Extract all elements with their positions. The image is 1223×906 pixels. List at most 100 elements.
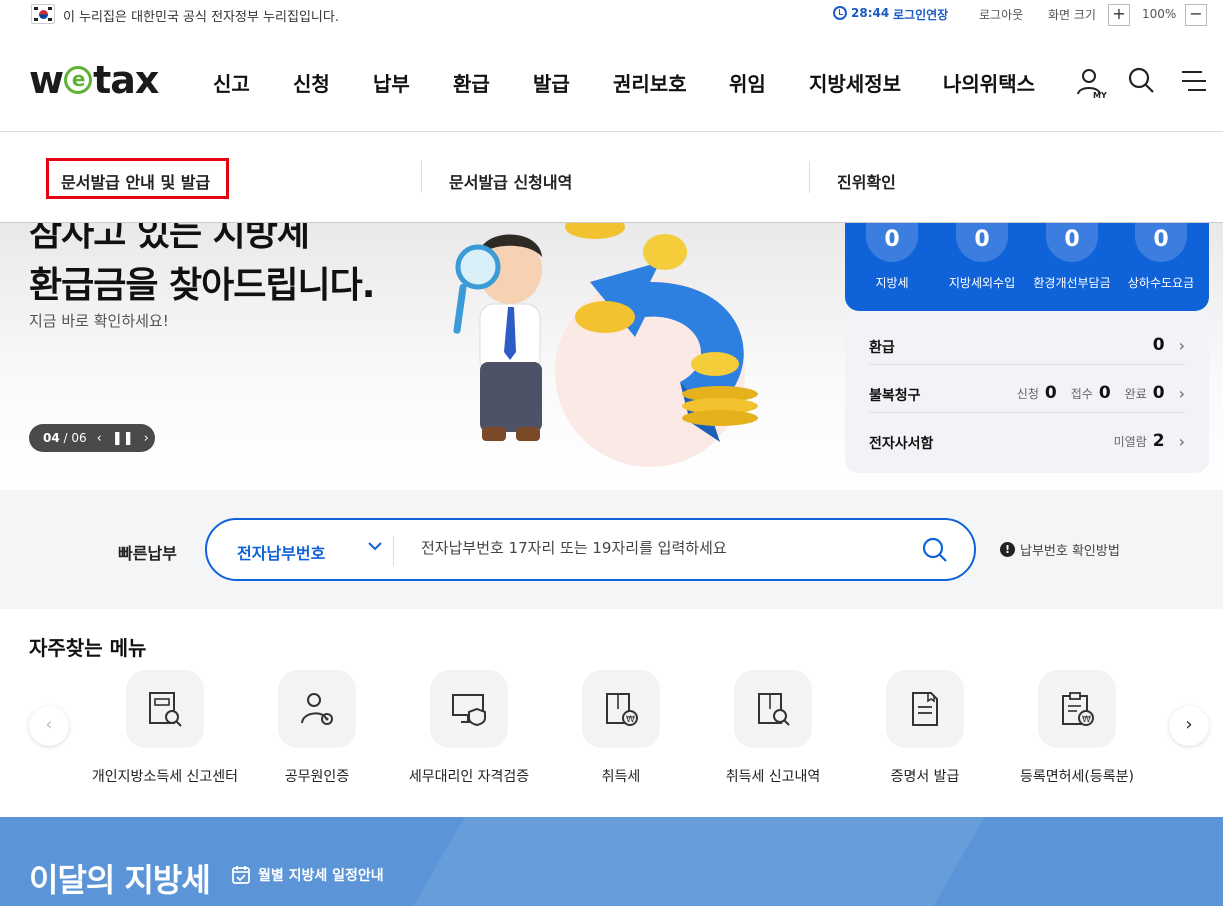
monthly-tax-section: 이달의 지방세 월별 지방세 일정안내 bbox=[0, 817, 1223, 906]
svg-text:₩: ₩ bbox=[626, 715, 635, 725]
search-icon[interactable] bbox=[1127, 66, 1157, 100]
count-environment[interactable]: 0 환경개선부담금 bbox=[1032, 222, 1112, 291]
quick-pay-label: 빠른납부 bbox=[118, 544, 177, 563]
nav-issue[interactable]: 발급 bbox=[533, 68, 570, 97]
refund-row[interactable]: 환급 0 › bbox=[869, 317, 1185, 365]
divider bbox=[809, 161, 810, 193]
prev-arrow-icon[interactable]: ‹ bbox=[29, 706, 69, 746]
gov-banner-text: 이 누리집은 대한민국 공식 전자정부 누리집입니다. bbox=[63, 10, 339, 25]
tax-document-icon: ₩ bbox=[582, 670, 660, 748]
freq-item-acquisition-history[interactable]: 취득세 신고내역 bbox=[698, 670, 848, 786]
logout-button[interactable]: 로그아웃 bbox=[979, 6, 1023, 23]
hero-title-line1: 잠자고 있는 지방세 bbox=[29, 222, 310, 254]
zoom-in-button[interactable]: + bbox=[1108, 4, 1130, 26]
document-search-icon bbox=[734, 670, 812, 748]
refund-illustration bbox=[453, 222, 758, 467]
appeal-label: 불복청구 bbox=[869, 388, 921, 404]
timer-value: 28:44 bbox=[851, 6, 890, 20]
logo-e: e bbox=[64, 66, 93, 94]
pager-current: 04 bbox=[43, 431, 60, 445]
nav-apply[interactable]: 신청 bbox=[293, 68, 330, 97]
freq-item-agent-verify[interactable]: 세무대리인 자격검증 bbox=[394, 670, 544, 786]
count-label: 지방세 bbox=[875, 276, 909, 290]
highlight-box bbox=[46, 158, 229, 199]
freq-item-label: 등록면허세(등록분) bbox=[1020, 769, 1134, 785]
menu-icon[interactable] bbox=[1180, 66, 1208, 100]
count-label: 상하수도요금 bbox=[1127, 276, 1195, 290]
chevron-right-icon: › bbox=[1178, 431, 1185, 451]
count-nontax[interactable]: 0 지방세외수입 bbox=[942, 222, 1022, 291]
freq-item-label: 증명서 발급 bbox=[890, 769, 960, 785]
pager-total: / 06 bbox=[63, 431, 87, 445]
main-header: w e tax 신고 신청 납부 환급 발급 권리보호 위임 지방세정보 나의위택스… bbox=[0, 30, 1223, 132]
session-timer: 28:44 bbox=[833, 6, 889, 20]
edoc-unread-label: 미열람 bbox=[1113, 434, 1147, 449]
count-water[interactable]: 0 상하수도요금 bbox=[1121, 222, 1201, 291]
chevron-down-icon[interactable] bbox=[367, 538, 383, 558]
appeal-row[interactable]: 불복청구 신청 0 접수 0 완료 0 › bbox=[869, 365, 1185, 413]
nav-refund[interactable]: 환급 bbox=[453, 68, 490, 97]
freq-item-label: 취득세 신고내역 bbox=[725, 769, 821, 785]
nav-localtax-info[interactable]: 지방세정보 bbox=[809, 68, 901, 97]
edoc-unread-value: 2 bbox=[1152, 431, 1165, 451]
pause-icon[interactable]: ❚❚ bbox=[112, 431, 134, 446]
chevron-right-icon: › bbox=[1178, 383, 1185, 403]
submenu-issue-history[interactable]: 문서발급 신청내역 bbox=[449, 169, 572, 193]
edoc-row[interactable]: 전자사서함 미열람 2 › bbox=[869, 413, 1185, 461]
submenu-verify[interactable]: 진위확인 bbox=[837, 169, 896, 193]
payment-number-input[interactable] bbox=[421, 539, 901, 557]
wetax-logo[interactable]: w e tax bbox=[29, 58, 159, 102]
appeal-done-value: 0 bbox=[1152, 383, 1165, 403]
quick-pay-section: 빠른납부 전자납부번호 ! 납부번호 확인방법 bbox=[0, 490, 1223, 609]
nav-delegate[interactable]: 위임 bbox=[729, 68, 766, 97]
logo-tax: tax bbox=[93, 58, 159, 102]
freq-item-label: 세무대리인 자격검증 bbox=[408, 769, 530, 785]
zoom-out-button[interactable]: − bbox=[1185, 4, 1207, 26]
freq-item-acquisition-tax[interactable]: ₩ 취득세 bbox=[546, 670, 696, 786]
freq-item-registration-tax[interactable]: ₩ 등록면허세(등록분) bbox=[1002, 670, 1152, 786]
freq-item-label: 공무원인증 bbox=[284, 769, 350, 785]
divider bbox=[393, 536, 394, 566]
appeal-apply-value: 0 bbox=[1044, 383, 1057, 403]
freq-item-label: 취득세 bbox=[601, 769, 641, 785]
count-value: 0 bbox=[866, 222, 918, 262]
freq-item-label: 개인지방소득세 신고센터 bbox=[91, 769, 239, 785]
appeal-receive-value: 0 bbox=[1098, 383, 1111, 403]
hero-title-line2: 환급금을 찾아드립니다. bbox=[29, 265, 375, 306]
logo-w: w bbox=[29, 58, 64, 102]
monthly-schedule-link[interactable]: 월별 지방세 일정안내 bbox=[231, 865, 384, 885]
freq-item-income-tax-center[interactable]: 개인지방소득세 신고센터 bbox=[90, 670, 240, 786]
status-panel: 환급 0 › 불복청구 신청 0 접수 0 완료 0 › 전자사서함 미열람 2… bbox=[845, 311, 1209, 473]
count-localtax[interactable]: 0 지방세 bbox=[852, 222, 932, 291]
nav-report[interactable]: 신고 bbox=[213, 68, 250, 97]
count-label: 지방세외수입 bbox=[948, 276, 1016, 290]
refund-label: 환급 bbox=[869, 340, 895, 356]
monitor-shield-icon bbox=[430, 670, 508, 748]
count-value: 0 bbox=[956, 222, 1008, 262]
search-icon[interactable] bbox=[921, 536, 949, 568]
nav-my-wetax[interactable]: 나의위택스 bbox=[943, 68, 1035, 97]
official-cert-icon bbox=[278, 670, 356, 748]
monthly-link-label: 월별 지방세 일정안내 bbox=[258, 868, 384, 884]
hero-subtitle: 지금 바로 확인하세요! bbox=[29, 312, 169, 330]
freq-item-certificate[interactable]: 증명서 발급 bbox=[850, 670, 1000, 786]
extend-login-button[interactable]: 로그인연장 bbox=[893, 6, 948, 23]
zoom-value: 100% bbox=[1142, 7, 1177, 21]
freq-item-official-cert[interactable]: 공무원인증 bbox=[242, 670, 392, 786]
appeal-apply-label: 신청 bbox=[1016, 386, 1039, 401]
next-arrow-icon[interactable]: › bbox=[1169, 706, 1209, 746]
nav-pay[interactable]: 납부 bbox=[373, 68, 410, 97]
help-label: 납부번호 확인방법 bbox=[1020, 544, 1120, 559]
edoc-label: 전자사서함 bbox=[869, 436, 934, 452]
korea-flag-icon bbox=[31, 4, 55, 24]
my-page-icon[interactable]: MY bbox=[1075, 66, 1109, 104]
nav-rights[interactable]: 권리보호 bbox=[613, 68, 687, 97]
pay-type-select[interactable]: 전자납부번호 bbox=[237, 540, 325, 564]
count-value: 0 bbox=[1135, 222, 1187, 262]
certificate-icon bbox=[886, 670, 964, 748]
clipboard-tax-icon: ₩ bbox=[1038, 670, 1116, 748]
prev-slide-icon[interactable]: ‹ bbox=[97, 431, 102, 446]
payment-number-help-link[interactable]: ! 납부번호 확인방법 bbox=[1000, 540, 1120, 559]
quick-pay-box: 전자납부번호 bbox=[205, 518, 976, 581]
next-slide-icon[interactable]: › bbox=[144, 431, 149, 446]
